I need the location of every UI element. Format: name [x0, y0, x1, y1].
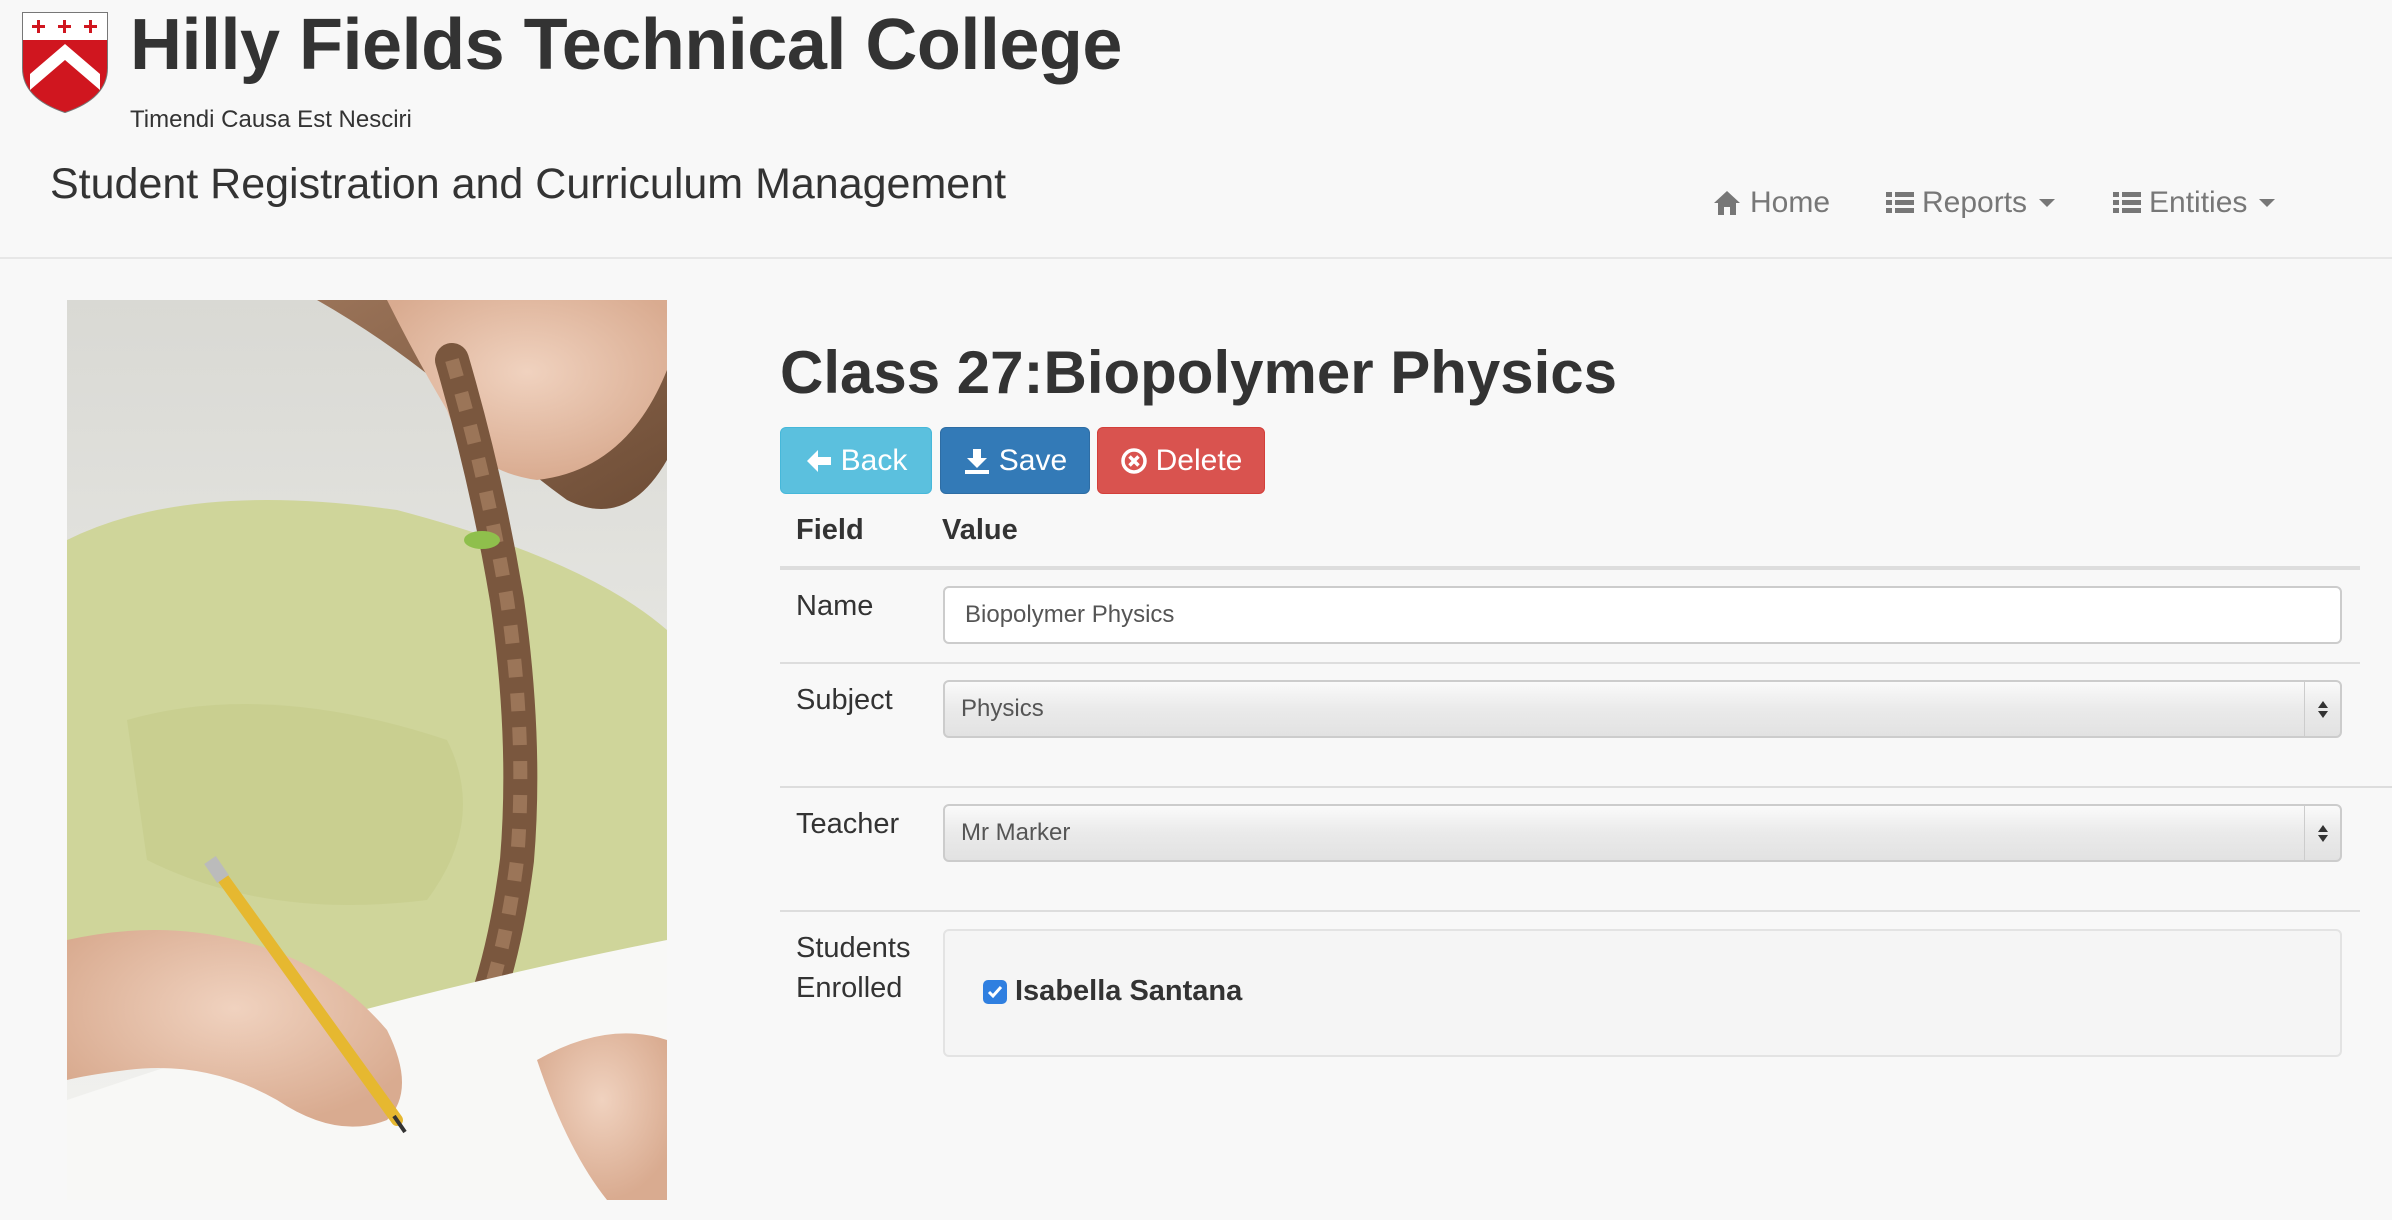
students-label-line2: Enrolled [796, 972, 903, 1004]
teacher-select[interactable]: Mr Marker [943, 804, 2342, 862]
home-icon [1714, 191, 1740, 215]
nav-home[interactable]: Home [1712, 186, 1830, 220]
value-column-header: Value [942, 514, 1018, 546]
student-name: Isabella Santana [1015, 975, 1243, 1007]
nav-entities-label: Entities [2149, 186, 2248, 219]
list-icon [2113, 192, 2141, 213]
row-divider [780, 786, 2392, 788]
subject-select-value: Physics [961, 695, 1044, 722]
back-button[interactable]: Back [780, 427, 932, 494]
download-icon [964, 448, 989, 474]
subject-select[interactable]: Physics [943, 680, 2342, 738]
field-column-header: Field [796, 514, 864, 546]
nav-reports[interactable]: Reports [1886, 186, 2056, 220]
chevron-down-icon [2259, 199, 2276, 207]
college-name: Hilly Fields Technical College [130, 5, 1122, 85]
list-icon [1886, 192, 1914, 213]
student-checkbox-item[interactable]: Isabella Santana [983, 975, 1242, 1008]
nav-entities[interactable]: Entities [2113, 186, 2276, 220]
delete-button-label: Delete [1155, 443, 1243, 477]
students-label-line1: Students [796, 932, 911, 964]
arrow-left-icon [806, 449, 831, 472]
teacher-select-value: Mr Marker [961, 819, 1071, 846]
students-enrolled-label: Students Enrolled [796, 928, 910, 1008]
select-arrows-icon [2304, 682, 2340, 736]
nav-home-label: Home [1750, 186, 1831, 219]
subject-label: Subject [796, 684, 893, 716]
back-button-label: Back [840, 443, 908, 477]
crest-logo [22, 12, 108, 114]
name-input-value: Biopolymer Physics [965, 601, 1175, 628]
app-title[interactable]: Student Registration and Curriculum Mana… [50, 160, 1006, 209]
student-photo [67, 300, 667, 1200]
college-motto: Timendi Causa Est Nesciri [130, 106, 412, 133]
table-header-divider [780, 566, 2360, 570]
save-button[interactable]: Save [940, 427, 1090, 494]
teacher-label: Teacher [796, 808, 900, 840]
navbar: Hilly Fields Technical College Timendi C… [0, 0, 2392, 259]
select-arrows-icon [2304, 806, 2340, 860]
delete-button[interactable]: Delete [1097, 427, 1265, 494]
row-divider [780, 910, 2360, 912]
chevron-down-icon [2039, 199, 2056, 207]
remove-circle-icon [1120, 447, 1147, 474]
checkbox-checked-icon[interactable] [983, 979, 1007, 1004]
name-input[interactable]: Biopolymer Physics [943, 586, 2342, 644]
page-title: Class 27:Biopolymer Physics [780, 339, 1618, 406]
row-divider [780, 662, 2360, 664]
name-label: Name [796, 590, 874, 622]
nav-reports-label: Reports [1922, 186, 2028, 219]
students-enrolled-list: Isabella Santana [943, 929, 2342, 1057]
save-button-label: Save [998, 443, 1068, 477]
